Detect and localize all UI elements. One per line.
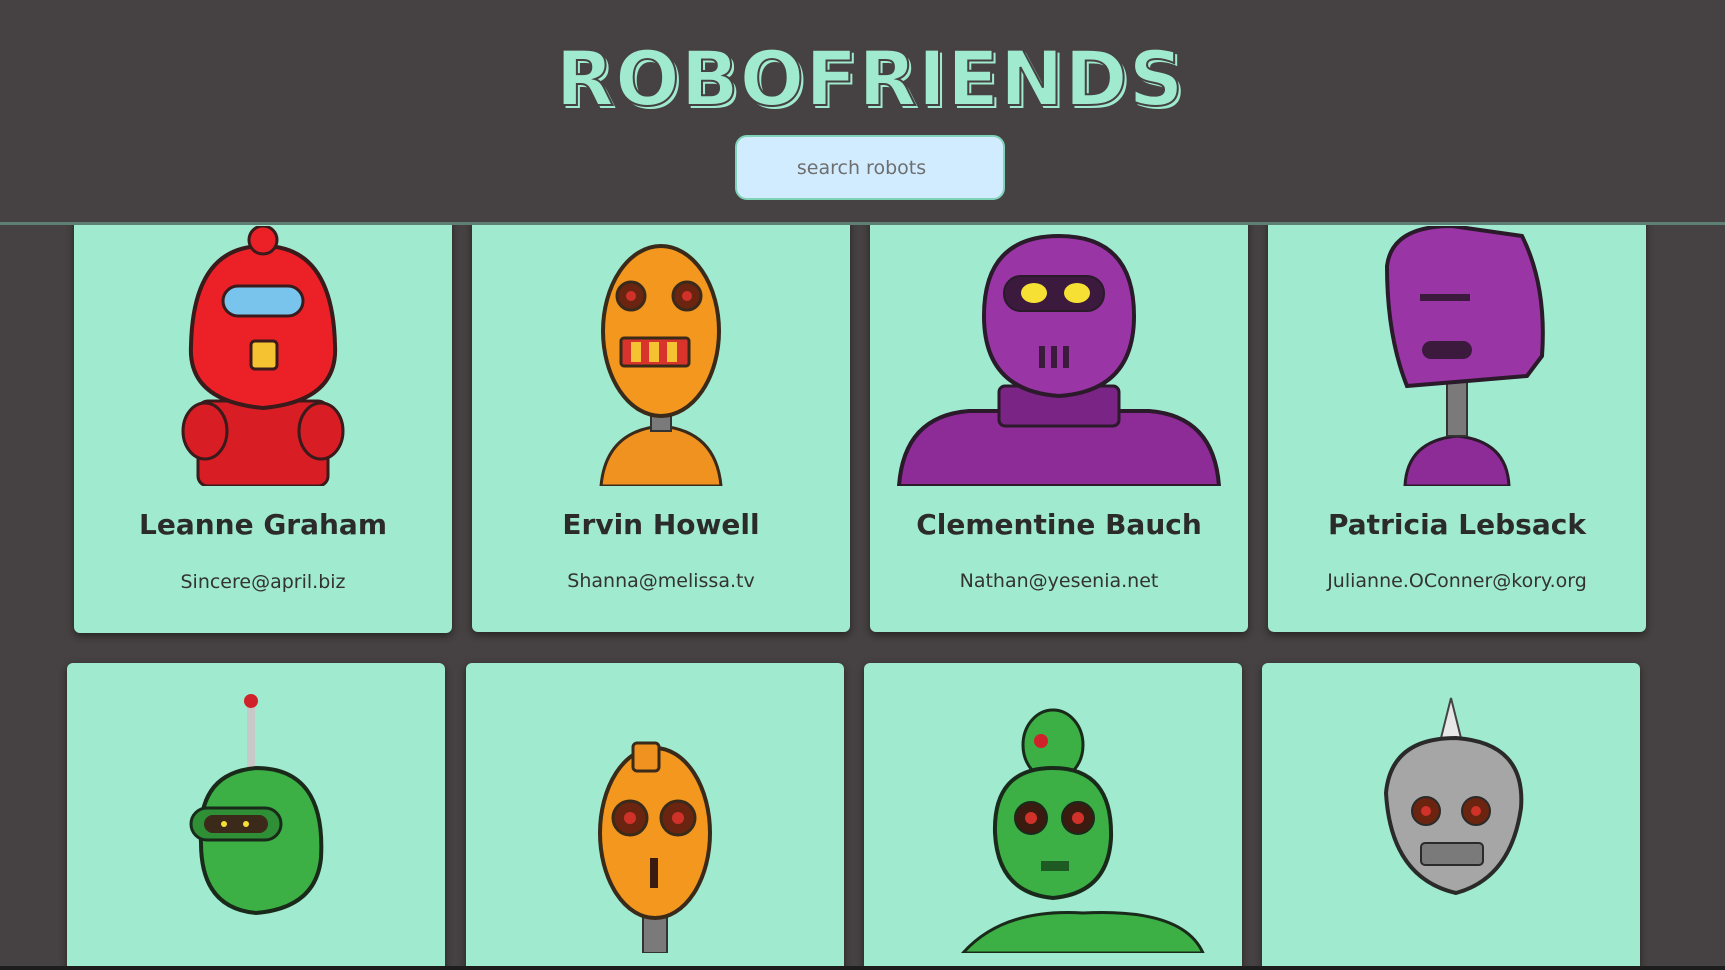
header: ROBOFRIENDS — [0, 0, 1725, 225]
robot-avatar-image — [598, 741, 712, 953]
robot-card[interactable] — [864, 663, 1242, 970]
search-input[interactable] — [735, 135, 1005, 200]
robot-card[interactable]: Leanne Graham Sincere@april.biz — [74, 206, 452, 633]
robot-avatar-image — [189, 694, 324, 916]
robot-name: Leanne Graham — [138, 508, 388, 541]
robot-name: Clementine Bauch — [916, 508, 1202, 541]
robot-avatar-image — [1383, 697, 1524, 896]
robot-avatar-image — [599, 244, 723, 486]
robot-card[interactable]: Clementine Bauch Nathan@yesenia.net — [870, 206, 1248, 632]
robot-name: Ervin Howell — [562, 508, 760, 541]
app-title: ROBOFRIENDS — [555, 33, 1185, 124]
window-bottom-edge — [0, 966, 1725, 970]
robot-card[interactable]: Ervin Howell Shanna@melissa.tv — [472, 206, 850, 632]
robot-card[interactable] — [1262, 663, 1640, 970]
robot-email: Sincere@april.biz — [180, 571, 346, 593]
robot-card[interactable]: Patricia Lebsack Julianne.OConner@kory.o… — [1268, 206, 1646, 632]
robot-card[interactable] — [67, 663, 445, 970]
robot-avatar-image — [1384, 226, 1545, 486]
robot-email: Julianne.OConner@kory.org — [1327, 570, 1587, 592]
robot-email: Nathan@yesenia.net — [959, 570, 1159, 592]
page: ROBOFRIENDS Leanne Graham Sincere@april.… — [0, 0, 1725, 970]
robot-email: Shanna@melissa.tv — [567, 570, 755, 592]
robot-avatar-image — [181, 226, 345, 486]
robot-avatar-image — [960, 708, 1205, 953]
robot-name: Patricia Lebsack — [1328, 508, 1586, 541]
robot-avatar-image — [896, 233, 1222, 486]
robot-card[interactable] — [466, 663, 844, 970]
